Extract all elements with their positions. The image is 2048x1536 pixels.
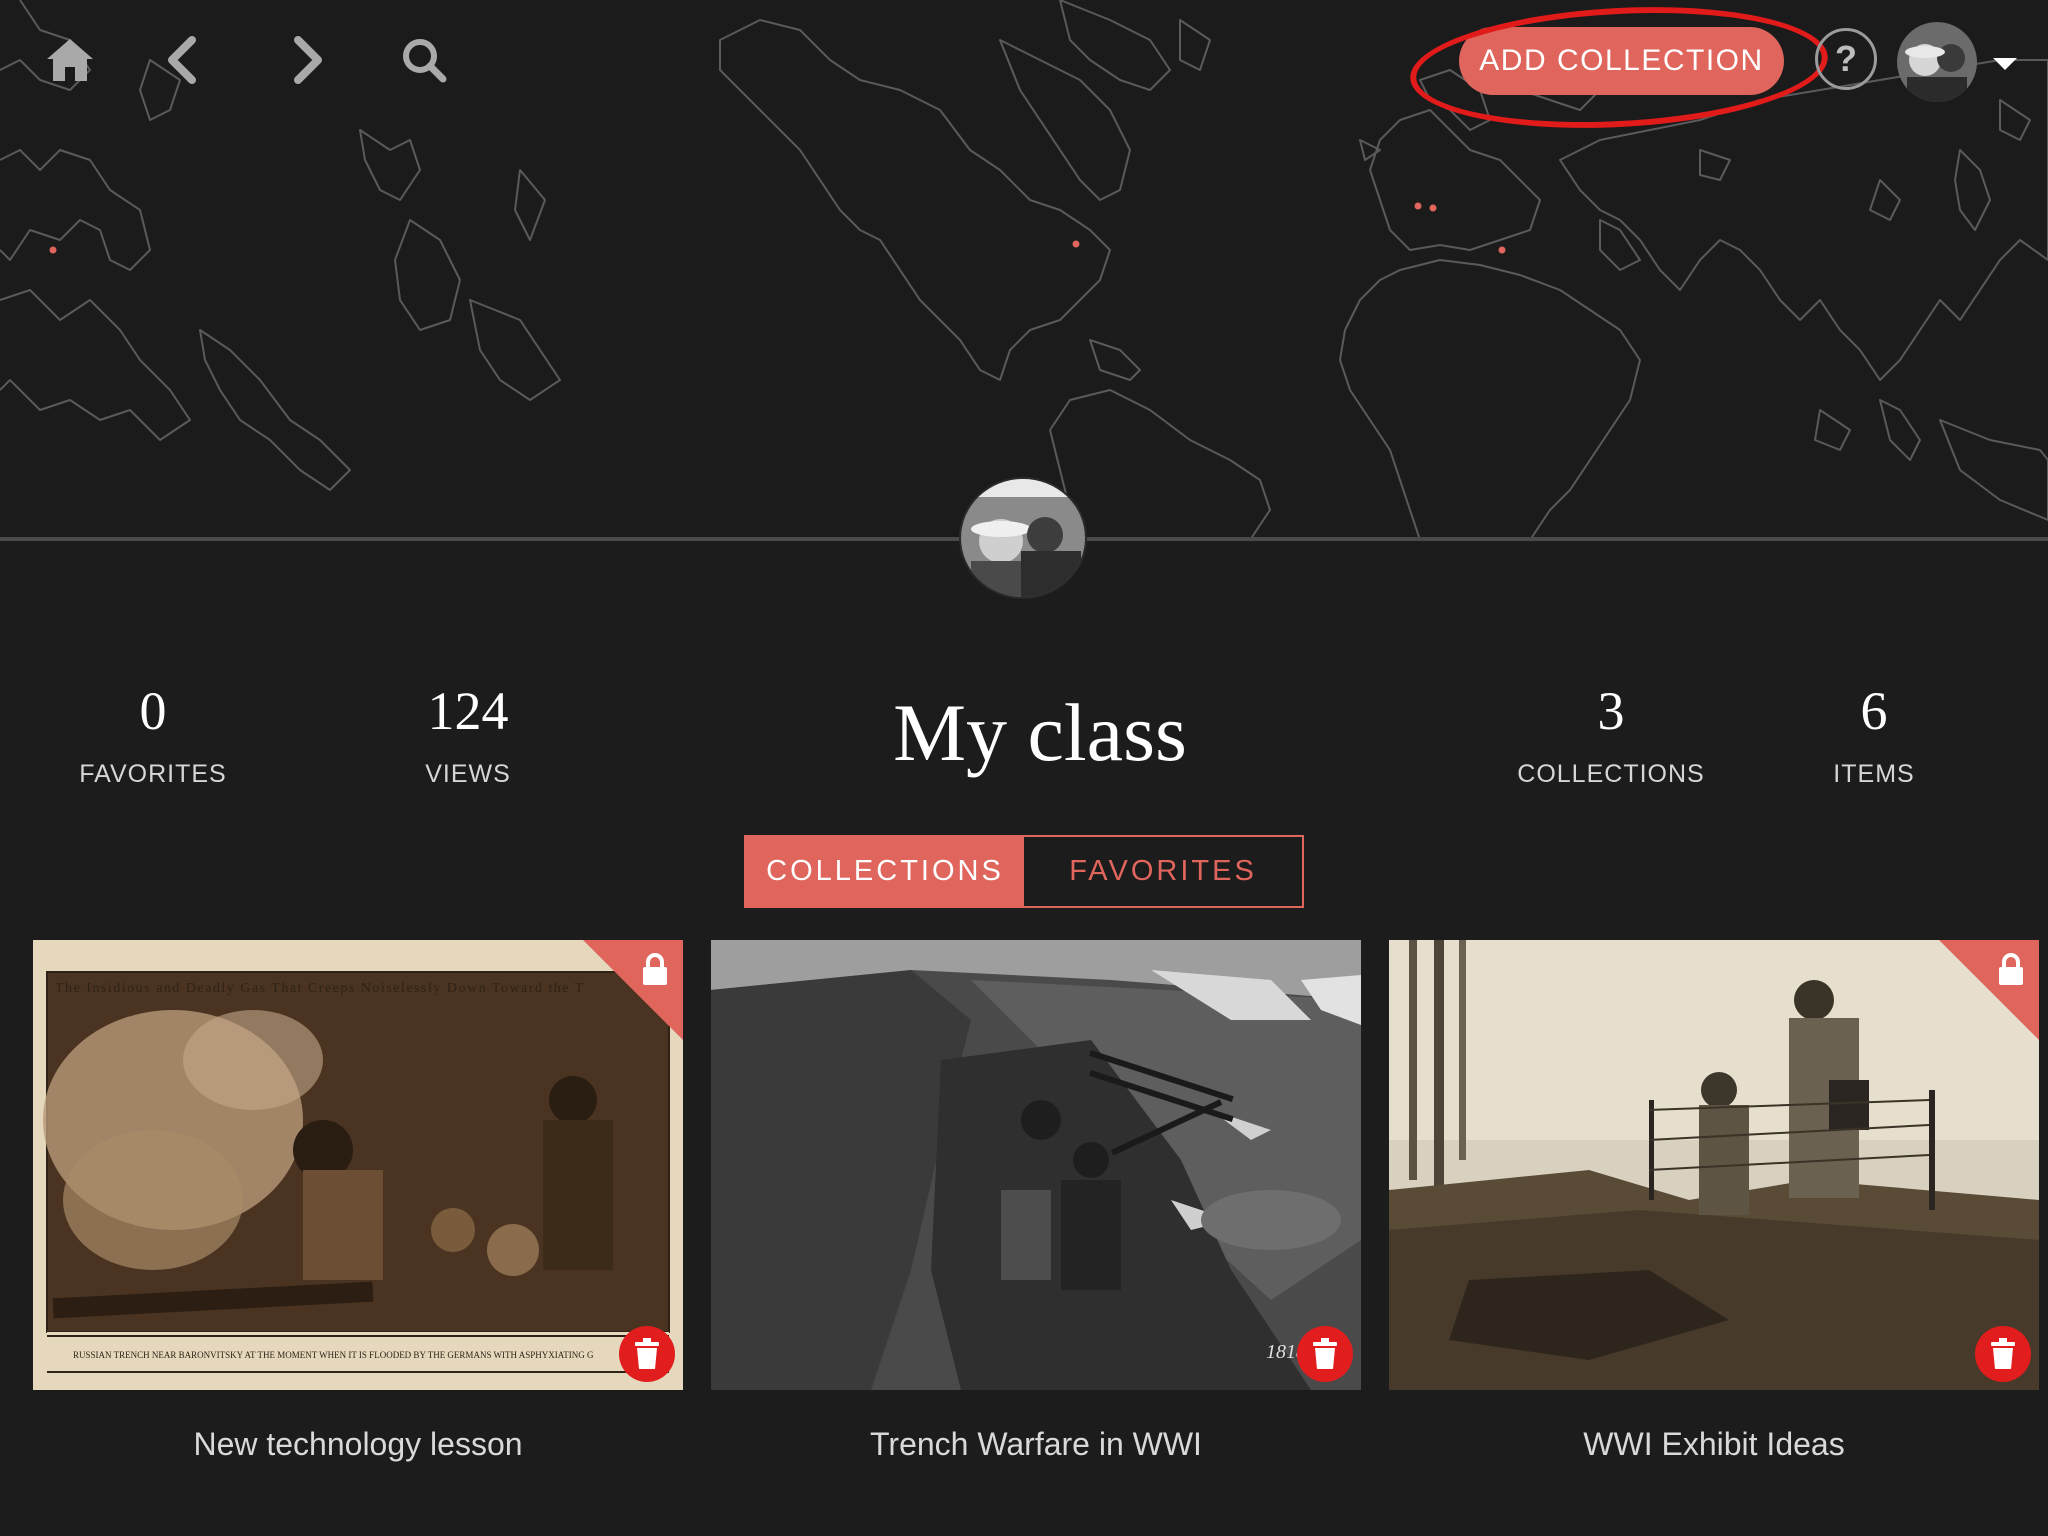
view-tabs: COLLECTIONS FAVORITES (744, 835, 1304, 908)
delete-collection-button[interactable] (619, 1326, 675, 1382)
help-button[interactable]: ? (1815, 28, 1877, 90)
trash-icon (1313, 1338, 1337, 1369)
items-label: ITEMS (1833, 760, 1915, 788)
profile-avatar-photo (961, 479, 1085, 597)
photo-caption-bottom: RUSSIAN TRENCH NEAR BARONVITSKY AT THE M… (73, 1350, 594, 1360)
trench-photo: 1818 (711, 940, 1361, 1390)
user-avatar-photo (1897, 22, 1977, 102)
collection-card[interactable]: 1818 Trench Warfare in WWI (711, 940, 1361, 1463)
views-label: VIEWS (425, 760, 511, 788)
user-avatar[interactable] (1897, 22, 1977, 102)
delete-collection-button[interactable] (1297, 1326, 1353, 1382)
trash-icon (1991, 1338, 2015, 1369)
items-count: 6 (1860, 681, 1888, 741)
stat-collections: 3 COLLECTIONS (1481, 676, 1741, 789)
collections-label: COLLECTIONS (1517, 760, 1705, 788)
views-count: 124 (427, 681, 509, 741)
photo-caption-top: The Insidious and Deadly Gas That Creeps… (55, 981, 585, 996)
forward-arrow-icon (294, 36, 322, 84)
search-button[interactable] (392, 28, 456, 92)
collection-card[interactable]: WWI Exhibit Ideas (1389, 940, 2039, 1463)
lock-icon (643, 953, 667, 985)
home-button[interactable] (38, 28, 102, 92)
favorites-label: FAVORITES (79, 760, 227, 788)
lock-icon (1999, 953, 2023, 985)
stat-favorites: 0 FAVORITES (23, 676, 283, 789)
collection-card-title[interactable]: Trench Warfare in WWI (711, 1426, 1361, 1463)
collection-card-title[interactable]: WWI Exhibit Ideas (1389, 1426, 2039, 1463)
search-icon (403, 39, 447, 83)
collection-card-image[interactable]: The Insidious and Deadly Gas That Creeps… (33, 940, 683, 1390)
back-arrow-icon (168, 36, 196, 84)
back-button[interactable] (150, 28, 214, 92)
stat-views: 124 VIEWS (338, 676, 598, 789)
private-lock-badge (1939, 940, 2039, 1040)
tab-collections[interactable]: COLLECTIONS (746, 837, 1024, 906)
delete-collection-button[interactable] (1975, 1326, 2031, 1382)
forward-button[interactable] (276, 28, 340, 92)
page-title: My class (893, 687, 1187, 778)
user-menu-caret-icon[interactable] (1993, 58, 2017, 70)
private-lock-badge (583, 940, 683, 1040)
trash-icon (635, 1338, 659, 1369)
favorites-count: 0 (139, 681, 167, 741)
collections-count: 3 (1597, 681, 1625, 741)
collection-card-image[interactable] (1389, 940, 2039, 1390)
profile-avatar (959, 477, 1087, 599)
add-collection-button[interactable]: ADD COLLECTION (1459, 27, 1784, 95)
collection-card-image[interactable]: 1818 (711, 940, 1361, 1390)
collection-card[interactable]: The Insidious and Deadly Gas That Creeps… (33, 940, 683, 1463)
stat-items: 6 ITEMS (1744, 676, 2004, 789)
tab-favorites[interactable]: FAVORITES (1024, 837, 1302, 906)
home-icon (47, 39, 93, 81)
collection-card-title[interactable]: New technology lesson (33, 1426, 683, 1463)
